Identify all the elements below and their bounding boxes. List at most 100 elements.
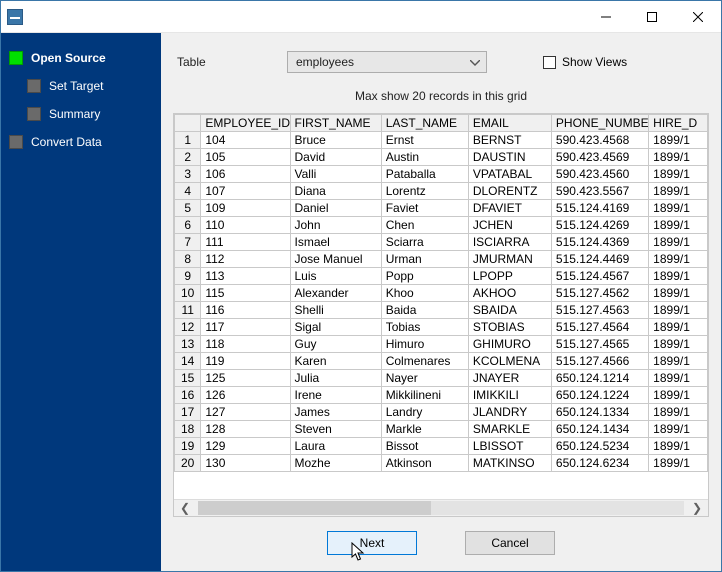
scroll-thumb[interactable] [198, 501, 431, 515]
cell-first-name: Valli [290, 166, 381, 183]
table-row[interactable]: 11116ShelliBaidaSBAIDA515.127.45631899/1 [175, 302, 708, 319]
cell-email: ISCIARRA [468, 234, 551, 251]
col-header[interactable]: HIRE_D [649, 115, 708, 132]
table-row[interactable]: 5109DanielFavietDFAVIET515.124.41691899/… [175, 200, 708, 217]
row-header: 12 [175, 319, 201, 336]
cell-employee-id: 113 [201, 268, 290, 285]
cell-phone: 515.124.4567 [551, 268, 648, 285]
cell-hire-date: 1899/1 [649, 132, 708, 149]
table-row[interactable]: 9113LuisPoppLPOPP515.124.45671899/1 [175, 268, 708, 285]
table-row[interactable]: 16126IreneMikkilineniIMIKKILI650.124.122… [175, 387, 708, 404]
cell-phone: 515.127.4564 [551, 319, 648, 336]
cell-last-name: Atkinson [381, 455, 468, 472]
table-row[interactable]: 14119KarenColmenaresKCOLMENA515.127.4566… [175, 353, 708, 370]
cell-email: BERNST [468, 132, 551, 149]
cell-last-name: Khoo [381, 285, 468, 302]
cancel-button[interactable]: Cancel [465, 531, 555, 555]
cell-last-name: Sciarra [381, 234, 468, 251]
step-summary[interactable]: Summary [1, 103, 161, 131]
col-header[interactable]: EMAIL [468, 115, 551, 132]
cell-last-name: Ernst [381, 132, 468, 149]
table-row[interactable]: 10115AlexanderKhooAKHOO515.127.45621899/… [175, 285, 708, 302]
col-header[interactable]: FIRST_NAME [290, 115, 381, 132]
cell-employee-id: 110 [201, 217, 290, 234]
col-header[interactable]: EMPLOYEE_ID [201, 115, 290, 132]
cell-email: JCHEN [468, 217, 551, 234]
table-row[interactable]: 7111IsmaelSciarraISCIARRA515.124.4369189… [175, 234, 708, 251]
cell-email: GHIMURO [468, 336, 551, 353]
checkbox-box-icon [543, 56, 556, 69]
cell-email: DLORENTZ [468, 183, 551, 200]
cell-phone: 590.423.4568 [551, 132, 648, 149]
cell-email: KCOLMENA [468, 353, 551, 370]
cell-phone: 650.124.1334 [551, 404, 648, 421]
show-views-checkbox[interactable]: Show Views [543, 55, 627, 69]
table-row[interactable]: 15125JuliaNayerJNAYER650.124.12141899/1 [175, 370, 708, 387]
cell-phone: 590.423.4569 [551, 149, 648, 166]
step-label: Convert Data [31, 135, 102, 149]
cell-employee-id: 109 [201, 200, 290, 217]
cell-employee-id: 128 [201, 421, 290, 438]
row-header: 17 [175, 404, 201, 421]
cell-phone: 650.124.1224 [551, 387, 648, 404]
cell-email: LPOPP [468, 268, 551, 285]
cell-first-name: Shelli [290, 302, 381, 319]
cell-last-name: Mikkilineni [381, 387, 468, 404]
scroll-right-icon[interactable]: ❯ [688, 501, 706, 515]
col-header[interactable]: PHONE_NUMBER [551, 115, 648, 132]
show-views-label: Show Views [562, 55, 627, 69]
cell-hire-date: 1899/1 [649, 370, 708, 387]
cell-last-name: Austin [381, 149, 468, 166]
table-row[interactable]: 17127JamesLandryJLANDRY650.124.13341899/… [175, 404, 708, 421]
cell-hire-date: 1899/1 [649, 200, 708, 217]
cell-last-name: Bissot [381, 438, 468, 455]
table-row[interactable]: 20130MozheAtkinsonMATKINSO650.124.623418… [175, 455, 708, 472]
step-set-target[interactable]: Set Target [1, 75, 161, 103]
scroll-left-icon[interactable]: ❮ [176, 501, 194, 515]
row-header: 4 [175, 183, 201, 200]
table-row[interactable]: 6110JohnChenJCHEN515.124.42691899/1 [175, 217, 708, 234]
row-header: 3 [175, 166, 201, 183]
table-row[interactable]: 2105DavidAustinDAUSTIN590.423.45691899/1 [175, 149, 708, 166]
table-row[interactable]: 4107DianaLorentzDLORENTZ590.423.55671899… [175, 183, 708, 200]
step-convert-data[interactable]: Convert Data [1, 131, 161, 159]
cell-first-name: Jose Manuel [290, 251, 381, 268]
cell-phone: 515.124.4469 [551, 251, 648, 268]
table-row[interactable]: 13118GuyHimuroGHIMURO515.127.45651899/1 [175, 336, 708, 353]
cell-first-name: Mozhe [290, 455, 381, 472]
cell-employee-id: 116 [201, 302, 290, 319]
cell-first-name: Ismael [290, 234, 381, 251]
minimize-button[interactable] [583, 2, 629, 32]
cell-first-name: James [290, 404, 381, 421]
cell-email: MATKINSO [468, 455, 551, 472]
col-header[interactable]: LAST_NAME [381, 115, 468, 132]
table-select[interactable]: employees [287, 51, 487, 73]
corner-cell [175, 115, 201, 132]
cell-last-name: Chen [381, 217, 468, 234]
table-row[interactable]: 8112Jose ManuelUrmanJMURMAN515.124.44691… [175, 251, 708, 268]
maximize-button[interactable] [629, 2, 675, 32]
cell-first-name: Julia [290, 370, 381, 387]
cell-phone: 650.124.1434 [551, 421, 648, 438]
scroll-track[interactable] [198, 501, 684, 515]
cell-employee-id: 125 [201, 370, 290, 387]
horizontal-scrollbar[interactable]: ❮ ❯ [174, 499, 708, 516]
cell-hire-date: 1899/1 [649, 217, 708, 234]
table-row[interactable]: 3106ValliPataballaVPATABAL590.423.456018… [175, 166, 708, 183]
cell-phone: 515.127.4565 [551, 336, 648, 353]
table-row[interactable]: 12117SigalTobiasSTOBIAS515.127.45641899/… [175, 319, 708, 336]
cell-employee-id: 118 [201, 336, 290, 353]
table-row[interactable]: 1104BruceErnstBERNST590.423.45681899/1 [175, 132, 708, 149]
cell-phone: 515.124.4269 [551, 217, 648, 234]
cell-last-name: Popp [381, 268, 468, 285]
step-open-source[interactable]: Open Source [1, 47, 161, 75]
cell-hire-date: 1899/1 [649, 336, 708, 353]
next-button[interactable]: Next [327, 531, 417, 555]
table-row[interactable]: 18128StevenMarkleSMARKLE650.124.14341899… [175, 421, 708, 438]
row-header: 19 [175, 438, 201, 455]
records-note: Max show 20 records in this grid [173, 83, 709, 113]
close-button[interactable] [675, 2, 721, 32]
row-header: 16 [175, 387, 201, 404]
cell-first-name: Karen [290, 353, 381, 370]
table-row[interactable]: 19129LauraBissotLBISSOT650.124.52341899/… [175, 438, 708, 455]
